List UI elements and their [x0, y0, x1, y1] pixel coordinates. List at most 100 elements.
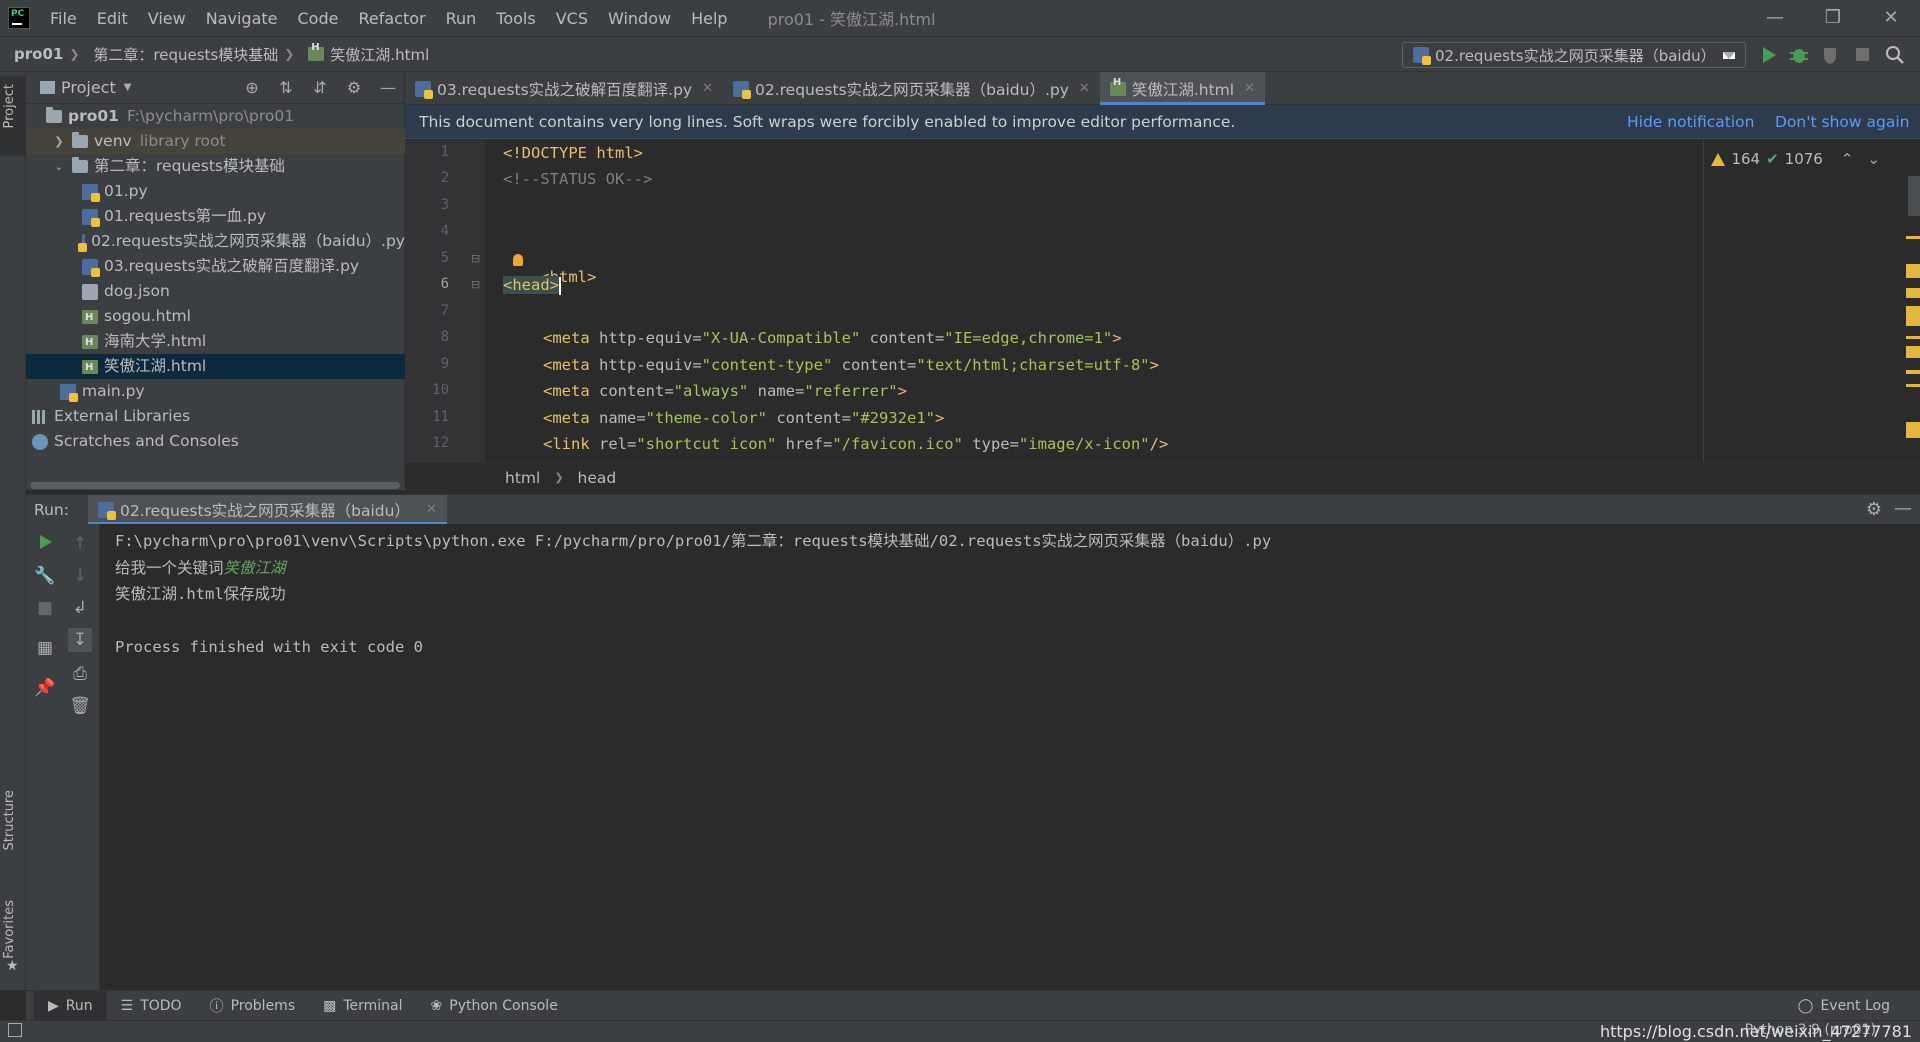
- close-tab-icon[interactable]: ✕: [426, 502, 437, 517]
- soft-wrap-icon[interactable]: ↲: [68, 596, 92, 620]
- chevron-right-icon[interactable]: ❯: [52, 129, 66, 154]
- editor-scrollbar[interactable]: [1908, 176, 1920, 216]
- project-panel-title[interactable]: Project: [61, 78, 116, 97]
- tab-python-console[interactable]: ❀ Python Console: [417, 991, 572, 1021]
- chevron-down-icon[interactable]: ▼: [124, 82, 132, 93]
- chevron-up-icon[interactable]: ⌃: [1841, 150, 1854, 168]
- tab-run[interactable]: ▶ Run: [34, 990, 107, 1021]
- lightbulb-icon[interactable]: [513, 254, 523, 266]
- menu-tools[interactable]: Tools: [486, 9, 545, 28]
- horizontal-scrollbar[interactable]: [26, 480, 405, 490]
- trash-icon[interactable]: 🗑: [68, 694, 92, 718]
- gear-icon[interactable]: ⚙: [344, 78, 364, 98]
- error-stripe-mark[interactable]: [1906, 264, 1920, 278]
- error-stripe-mark[interactable]: [1906, 236, 1920, 239]
- gear-icon[interactable]: ⚙: [1866, 499, 1882, 520]
- expand-all-icon[interactable]: ⇅: [276, 78, 296, 98]
- menu-window[interactable]: Window: [598, 9, 681, 28]
- error-stripe-mark[interactable]: [1906, 306, 1920, 326]
- chevron-down-icon[interactable]: ⌄: [52, 154, 66, 179]
- hide-notification-link[interactable]: Hide notification: [1627, 113, 1754, 131]
- run-button[interactable]: [1758, 45, 1780, 65]
- tab-03-requests[interactable]: 03.requests实战之破解百度翻译.py ✕: [405, 72, 723, 105]
- close-tab-icon[interactable]: ✕: [1244, 81, 1255, 96]
- inspection-widget[interactable]: 164 ✔ 1076 ⌃ ⌄: [1711, 150, 1880, 168]
- menu-navigate[interactable]: Navigate: [196, 9, 288, 28]
- breadcrumb-folder[interactable]: 第二章：requests模块基础: [79, 44, 284, 65]
- error-stripe-mark[interactable]: [1906, 336, 1920, 339]
- error-stripe-mark[interactable]: [1906, 346, 1920, 358]
- project-tool-tab[interactable]: Project: [0, 76, 25, 156]
- menu-view[interactable]: View: [138, 9, 196, 28]
- collapse-all-icon[interactable]: ⇵: [310, 78, 330, 98]
- tree-item-hainan-html[interactable]: 海南大学.html: [26, 329, 405, 355]
- wrench-icon[interactable]: 🔧: [33, 564, 57, 588]
- run-configuration-select[interactable]: 02.requests实战之网页采集器（baidu）: [1402, 42, 1746, 68]
- tree-item-dog-json[interactable]: dog.json: [26, 279, 405, 304]
- close-icon[interactable]: ✕: [1862, 0, 1920, 36]
- tab-problems[interactable]: ⓘ Problems: [196, 991, 310, 1021]
- stop-icon[interactable]: ■: [33, 596, 57, 620]
- menu-run[interactable]: Run: [436, 9, 487, 28]
- code-editor[interactable]: <!DOCTYPE html> <!--STATUS OK--> <html> …: [485, 140, 1703, 462]
- close-tab-icon[interactable]: ✕: [1079, 81, 1090, 96]
- tree-item-sogou-html[interactable]: sogou.html: [26, 304, 405, 330]
- tree-item-01-requests[interactable]: 01.requests第一血.py: [26, 204, 405, 229]
- tree-item-pro01[interactable]: pro01 F:\pycharm\pro\pro01: [26, 104, 405, 129]
- breadcrumb-file[interactable]: 笑傲江湖.html: [294, 42, 435, 65]
- tab-terminal[interactable]: ▩ Terminal: [309, 991, 416, 1021]
- menu-vcs[interactable]: VCS: [546, 9, 598, 28]
- layout-icon[interactable]: ▦: [33, 636, 57, 660]
- tree-item-external-libraries[interactable]: External Libraries: [26, 404, 405, 429]
- favorites-tool-tab[interactable]: Favorites: [2, 900, 17, 959]
- debug-button[interactable]: [1788, 45, 1810, 65]
- pin-icon[interactable]: 📌: [33, 676, 57, 700]
- error-stripe-mark[interactable]: [1906, 422, 1920, 438]
- dont-show-again-link[interactable]: Don't show again: [1775, 113, 1909, 131]
- close-tab-icon[interactable]: ✕: [702, 81, 713, 96]
- event-log-button[interactable]: ◯ Event Log: [1784, 991, 1904, 1021]
- fold-icon[interactable]: ⊟: [471, 252, 480, 265]
- tab-xiaoao-html[interactable]: 笑傲江湖.html ✕: [1099, 72, 1266, 105]
- error-stripe-mark[interactable]: [1906, 370, 1920, 374]
- hide-icon[interactable]: —: [378, 78, 398, 98]
- breadcrumb-html[interactable]: html: [505, 469, 540, 487]
- tree-item-01-py[interactable]: 01.py: [26, 179, 405, 204]
- menu-help[interactable]: Help: [681, 9, 737, 28]
- menu-file[interactable]: File: [40, 9, 87, 28]
- error-stripe-mark[interactable]: [1906, 288, 1920, 298]
- tree-item-02-requests[interactable]: 02.requests实战之网页采集器（baidu）.py: [26, 229, 405, 254]
- breadcrumb-head[interactable]: head: [578, 469, 617, 487]
- hide-icon[interactable]: —: [1894, 498, 1912, 519]
- coverage-button[interactable]: [1820, 45, 1842, 65]
- rerun-button[interactable]: [33, 532, 57, 556]
- tree-item-main-py[interactable]: main.py: [26, 379, 405, 404]
- down-arrow-icon[interactable]: ↓: [68, 564, 92, 588]
- menu-code[interactable]: Code: [288, 9, 349, 28]
- tree-item-venv[interactable]: ❯ venv library root: [26, 129, 405, 154]
- structure-tool-tab[interactable]: Structure: [2, 790, 17, 850]
- stop-button[interactable]: [1852, 45, 1874, 65]
- error-stripe-mark[interactable]: [1906, 384, 1920, 387]
- tree-item-xiaoao-html[interactable]: 笑傲江湖.html: [26, 354, 405, 380]
- chevron-down-icon[interactable]: ⌄: [1867, 150, 1880, 168]
- minimize-icon[interactable]: —: [1746, 0, 1804, 36]
- restore-icon[interactable]: ❐: [1804, 0, 1862, 36]
- locate-icon[interactable]: ⊕: [242, 78, 262, 98]
- tab-02-requests[interactable]: 02.requests实战之网页采集器（baidu）.py ✕: [723, 72, 1100, 105]
- run-console[interactable]: F:\pycharm\pro\pro01\venv\Scripts\python…: [100, 524, 1920, 990]
- tree-item-03-requests[interactable]: 03.requests实战之破解百度翻译.py: [26, 254, 405, 279]
- breadcrumb-project[interactable]: pro01: [0, 45, 69, 63]
- menu-refactor[interactable]: Refactor: [348, 9, 435, 28]
- tree-item-chapter2[interactable]: ⌄ 第二章：requests模块基础: [26, 154, 405, 179]
- toggle-tool-windows-icon[interactable]: [8, 1023, 22, 1037]
- print-icon[interactable]: ⎙: [68, 662, 92, 686]
- run-tab[interactable]: 02.requests实战之网页采集器（baidu） ✕: [88, 494, 447, 525]
- menu-edit[interactable]: Edit: [87, 9, 138, 28]
- scroll-to-end-icon[interactable]: ↧: [68, 628, 92, 652]
- up-arrow-icon[interactable]: ↑: [68, 532, 92, 556]
- fold-icon[interactable]: ⊟: [471, 278, 480, 291]
- tree-item-scratches[interactable]: Scratches and Consoles: [26, 429, 405, 454]
- tab-todo[interactable]: ☰ TODO: [107, 991, 196, 1021]
- search-button[interactable]: [1884, 45, 1906, 65]
